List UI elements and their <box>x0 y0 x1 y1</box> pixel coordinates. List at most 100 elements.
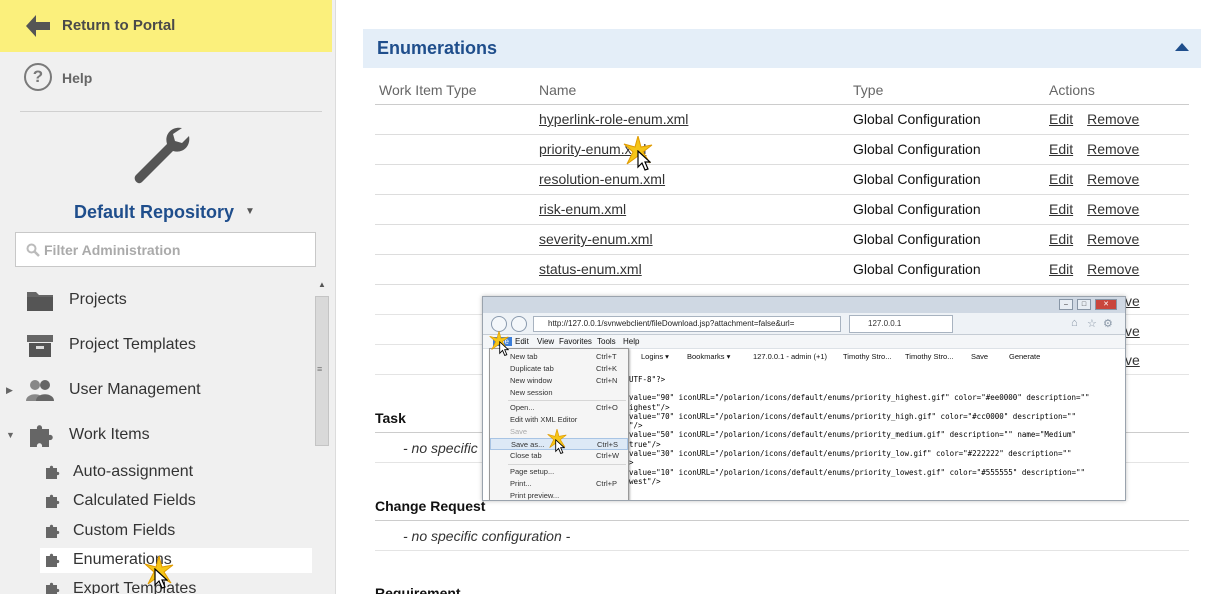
mouse-cursor-icon <box>637 150 651 171</box>
expand-arrow-icon[interactable]: ▶ <box>6 385 13 396</box>
chevron-down-icon[interactable]: ▼ <box>245 206 255 217</box>
row-divider <box>375 550 1189 551</box>
xml-line: value="10" iconURL="/polarion/icons/defa… <box>629 468 1086 477</box>
edit-link[interactable]: Edit <box>1049 201 1073 217</box>
remove-link[interactable]: ve <box>1125 352 1140 368</box>
xml-line: ighest"/> <box>629 403 670 412</box>
menu-view[interactable]: View <box>537 337 554 346</box>
edit-link[interactable]: Edit <box>1049 171 1073 187</box>
enumerations-section-header[interactable]: Enumerations <box>363 29 1201 68</box>
return-to-portal-button[interactable]: Return to Portal <box>0 0 332 52</box>
nav-item-work-items[interactable]: ▼ Work Items <box>0 417 312 453</box>
favorites-bar: Logins ▾ Bookmarks ▾ 127.0.0.1 - admin (… <box>627 349 1125 363</box>
nav-subitem-enumerations[interactable]: Enumerations <box>40 548 312 573</box>
remove-link[interactable]: Remove <box>1087 111 1139 127</box>
menu-item-new-tab[interactable]: New tab Ctrl+T <box>490 351 628 363</box>
collapse-arrow-icon[interactable]: ▼ <box>6 430 15 440</box>
mouse-cursor-icon <box>555 439 565 454</box>
browser-screenshot-overlay: – □ ✕ http://127.0.0.1/svnwebclient/file… <box>482 296 1126 501</box>
nav-item-label: User Management <box>69 381 201 398</box>
close-icon[interactable]: ✕ <box>1095 299 1117 310</box>
edit-link[interactable]: Edit <box>1049 111 1073 127</box>
nav-subitem-label: Calculated Fields <box>73 492 196 509</box>
home-icon[interactable]: ⌂ <box>1071 317 1078 329</box>
enum-file-link[interactable]: resolution-enum.xml <box>539 171 665 187</box>
edit-link[interactable]: Edit <box>1049 231 1073 247</box>
nav-subitem-label: Custom Fields <box>73 522 176 539</box>
remove-link[interactable]: ve <box>1125 323 1140 339</box>
forward-icon[interactable] <box>511 316 527 332</box>
puzzle-piece-icon <box>46 582 60 594</box>
menu-item-print-preview[interactable]: Print preview... <box>490 490 628 500</box>
collapse-section-icon[interactable] <box>1175 43 1189 51</box>
menu-item-print[interactable]: Print... Ctrl+P <box>490 478 628 490</box>
puzzle-piece-icon <box>46 553 60 567</box>
mouse-cursor-icon <box>154 568 168 589</box>
menu-help[interactable]: Help <box>623 337 639 346</box>
table-row: severity-enum.xml Global Configuration E… <box>375 224 1189 255</box>
browser-tab[interactable]: 127.0.0.1 <box>849 315 953 333</box>
nav-subitem-custom-fields[interactable]: Custom Fields <box>40 519 312 544</box>
menu-edit[interactable]: Edit <box>515 337 529 346</box>
menu-item-new-session[interactable]: New session <box>490 387 628 399</box>
back-icon[interactable] <box>491 316 507 332</box>
fav-timothy-1[interactable]: Timothy Stro... <box>843 352 891 361</box>
gear-icon[interactable]: ⚙ <box>1103 317 1113 330</box>
remove-link[interactable]: ve <box>1125 293 1140 309</box>
grip-icon: ≡ <box>317 364 323 374</box>
arrow-left-icon <box>26 15 50 37</box>
nav-subitem-calculated-fields[interactable]: Calculated Fields <box>40 489 312 514</box>
edit-link[interactable]: Edit <box>1049 261 1073 277</box>
fav-generate[interactable]: Generate <box>1009 352 1040 361</box>
menu-item-new-window[interactable]: New window Ctrl+N <box>490 375 628 387</box>
fav-admin[interactable]: 127.0.0.1 - admin (+1) <box>753 352 827 361</box>
enum-file-link[interactable]: hyperlink-role-enum.xml <box>539 111 688 127</box>
remove-link[interactable]: Remove <box>1087 171 1139 187</box>
sidebar-scrollbar[interactable]: ▲ ≡ <box>313 276 331 594</box>
type-cell: Global Configuration <box>853 194 1049 225</box>
nav-item-user-management[interactable]: ▶ User Management <box>0 372 312 408</box>
repository-selector[interactable]: Default Repository <box>74 202 234 223</box>
xml-line: value="90" iconURL="/polarion/icons/defa… <box>629 393 1090 402</box>
enum-file-link[interactable]: status-enum.xml <box>539 261 642 277</box>
menu-favorites[interactable]: Favorites <box>559 337 592 346</box>
fav-bookmarks[interactable]: Bookmarks ▾ <box>687 352 730 361</box>
filter-administration-field[interactable] <box>15 232 316 267</box>
puzzle-icon <box>30 425 53 447</box>
url-field[interactable]: http://127.0.0.1/svnwebclient/fileDownlo… <box>533 316 841 332</box>
nav-subitem-export-templates[interactable]: Export Templates <box>40 577 312 594</box>
star-icon[interactable]: ☆ <box>1087 317 1097 330</box>
table-row: priority-enum.xml Global Configuration E… <box>375 134 1189 165</box>
edit-link[interactable]: Edit <box>1049 141 1073 157</box>
file-menu-dropdown: New tab Ctrl+T Duplicate tab Ctrl+K New wi… <box>489 348 629 500</box>
enum-file-link[interactable]: risk-enum.xml <box>539 201 626 217</box>
nav-item-projects[interactable]: Projects <box>0 282 312 318</box>
nav-item-project-templates[interactable]: Project Templates <box>0 327 312 363</box>
remove-link[interactable]: Remove <box>1087 231 1139 247</box>
fav-timothy-2[interactable]: Timothy Stro... <box>905 352 953 361</box>
table-row: status-enum.xml Global Configuration Edi… <box>375 254 1189 285</box>
column-header-actions: Actions <box>1049 76 1189 105</box>
help-link[interactable]: ? Help <box>24 63 324 93</box>
nav-subitem-auto-assignment[interactable]: Auto-assignment <box>40 460 312 485</box>
enum-file-link[interactable]: severity-enum.xml <box>539 231 653 247</box>
remove-link[interactable]: Remove <box>1087 201 1139 217</box>
browser-address-bar: http://127.0.0.1/svnwebclient/fileDownlo… <box>483 313 1125 335</box>
remove-link[interactable]: Remove <box>1087 141 1139 157</box>
menu-item-edit-with-xml-editor[interactable]: Edit with XML Editor <box>490 414 628 426</box>
menu-tools[interactable]: Tools <box>597 337 616 346</box>
menu-item-duplicate-tab[interactable]: Duplicate tab Ctrl+K <box>490 363 628 375</box>
filter-administration-input[interactable] <box>44 239 304 261</box>
menu-item-open[interactable]: Open... Ctrl+O <box>490 402 628 414</box>
maximize-icon[interactable]: □ <box>1077 299 1091 310</box>
column-header-work-item-type: Work Item Type <box>375 76 539 105</box>
remove-link[interactable]: Remove <box>1087 261 1139 277</box>
type-cell: Global Configuration <box>853 224 1049 255</box>
menu-item-page-setup[interactable]: Page setup... <box>490 466 628 478</box>
scroll-up-icon[interactable]: ▲ <box>318 280 326 289</box>
fav-save[interactable]: Save <box>971 352 988 361</box>
minimize-icon[interactable]: – <box>1059 299 1073 310</box>
xml-line: "/> <box>629 421 643 430</box>
fav-logins[interactable]: Logins ▾ <box>641 352 669 361</box>
puzzle-piece-icon <box>46 494 60 508</box>
